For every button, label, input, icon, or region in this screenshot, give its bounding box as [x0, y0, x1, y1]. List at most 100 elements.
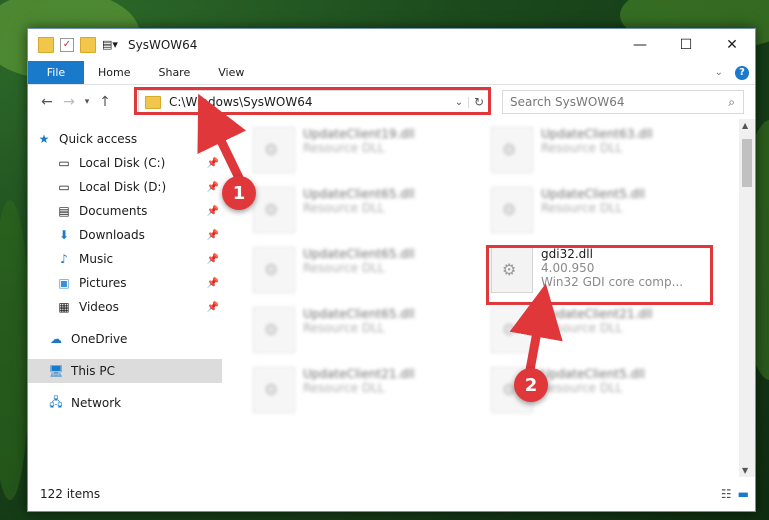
file-description: Resource DLL — [303, 381, 385, 395]
dll-file-icon — [491, 187, 533, 233]
file-name: UpdateClient21.dll — [541, 307, 653, 321]
cloud-icon: ☁ — [50, 332, 62, 346]
drive-icon: ▭ — [58, 180, 70, 194]
quick-access-toolbar: ✓ ▤▾ — [28, 37, 118, 53]
search-input[interactable]: Search SysWOW64 ⌕ — [502, 90, 744, 114]
forward-button[interactable]: → — [58, 94, 80, 110]
properties-icon[interactable]: ✓ — [60, 38, 74, 52]
tab-view[interactable]: View — [204, 61, 258, 84]
dll-file-icon — [253, 367, 295, 413]
file-item[interactable]: UpdateClient5.dllResource DLL — [491, 183, 721, 239]
step-1-callout: 1 — [222, 176, 256, 210]
window-title: SysWOW64 — [128, 38, 198, 52]
file-description: Resource DLL — [303, 201, 385, 215]
explorer-window: ✓ ▤▾ SysWOW64 — ☐ ✕ File Home Share View… — [27, 28, 756, 512]
pin-icon[interactable]: 📌 — [207, 230, 219, 241]
file-item[interactable]: UpdateClient65.dllResource DLL — [253, 303, 483, 359]
file-highlight-box — [486, 245, 713, 305]
sidebar-item-label: Local Disk (C:) — [79, 156, 166, 170]
dll-file-icon — [253, 127, 295, 173]
file-item[interactable]: UpdateClient21.dllResource DLL — [491, 303, 721, 359]
minimize-button[interactable]: — — [617, 29, 663, 61]
search-icon: ⌕ — [728, 94, 735, 109]
file-item[interactable]: UpdateClient65.dllResource DLL — [253, 243, 483, 299]
address-highlight-box — [134, 87, 491, 115]
file-description: Resource DLL — [303, 321, 385, 335]
dll-file-icon — [491, 127, 533, 173]
file-description: Resource DLL — [541, 141, 623, 155]
scroll-down-icon[interactable]: ▼ — [742, 466, 748, 475]
tab-share[interactable]: Share — [144, 61, 204, 84]
sidebar-item-this-pc[interactable]: 🖥 This PC — [28, 359, 222, 383]
sidebar-item-pictures[interactable]: ▣ Pictures 📌 — [56, 271, 222, 295]
tab-file[interactable]: File — [28, 61, 84, 84]
sidebar-item-label: Pictures — [79, 276, 127, 290]
sidebar-item-local-disk-c[interactable]: ▭ Local Disk (C:) 📌 — [56, 151, 222, 175]
close-button[interactable]: ✕ — [709, 29, 755, 61]
dll-file-icon — [253, 187, 295, 233]
item-count: 122 items — [40, 487, 101, 501]
file-description: Resource DLL — [541, 201, 623, 215]
videos-icon: ▦ — [58, 300, 70, 314]
pictures-icon: ▣ — [58, 276, 70, 290]
sidebar-item-local-disk-d[interactable]: ▭ Local Disk (D:) 📌 — [56, 175, 222, 199]
sidebar-item-label: OneDrive — [71, 332, 128, 346]
sidebar-item-music[interactable]: ♪ Music 📌 — [56, 247, 222, 271]
pin-icon[interactable]: 📌 — [207, 254, 219, 265]
sidebar-item-onedrive[interactable]: ☁ OneDrive — [48, 327, 222, 351]
file-name: UpdateClient5.dll — [541, 187, 645, 201]
file-item[interactable]: UpdateClient65.dllResource DLL — [253, 183, 483, 239]
sidebar-item-label: Documents — [79, 204, 148, 218]
file-item[interactable]: UpdateClient21.dllResource DLL — [253, 363, 483, 419]
file-item[interactable]: UpdateClient19.dllResource DLL — [253, 123, 483, 179]
sidebar-item-quick-access[interactable]: ★ Quick access — [36, 127, 230, 151]
computer-icon: 🖥 — [48, 364, 64, 378]
file-name: UpdateClient5.dll — [541, 367, 645, 381]
details-view-icon[interactable]: ☷ — [721, 487, 732, 501]
sidebar-item-label: This PC — [71, 364, 115, 378]
scrollbar-thumb[interactable] — [742, 139, 752, 187]
pin-icon[interactable]: 📌 — [207, 158, 219, 169]
file-name: UpdateClient63.dll — [541, 127, 653, 141]
file-item[interactable]: UpdateClient63.dllResource DLL — [491, 123, 721, 179]
dll-file-icon — [491, 307, 533, 353]
navigation-pane: ★ Quick access ▭ Local Disk (C:) 📌 ▭ Loc… — [28, 119, 222, 477]
vertical-scrollbar[interactable]: ▲ ▼ — [739, 119, 755, 477]
sidebar-item-label: Music — [79, 252, 114, 266]
sidebar-item-documents[interactable]: ▤ Documents 📌 — [56, 199, 222, 223]
maximize-button[interactable]: ☐ — [663, 29, 709, 61]
pin-icon[interactable]: 📌 — [207, 278, 219, 289]
title-bar: ✓ ▤▾ SysWOW64 — ☐ ✕ — [28, 29, 755, 61]
file-name: UpdateClient19.dll — [303, 127, 415, 141]
pin-icon[interactable]: 📌 — [207, 302, 219, 313]
large-icons-view-icon[interactable]: ▬ — [738, 487, 749, 501]
pin-icon[interactable]: 📌 — [207, 206, 219, 217]
scroll-up-icon[interactable]: ▲ — [742, 121, 748, 130]
file-description: Resource DLL — [541, 321, 623, 335]
step-2-callout: 2 — [514, 368, 548, 402]
file-description: Resource DLL — [303, 261, 385, 275]
search-placeholder: Search SysWOW64 — [510, 95, 625, 109]
up-button[interactable]: ↑ — [94, 94, 116, 110]
sidebar-item-videos[interactable]: ▦ Videos 📌 — [56, 295, 222, 319]
sidebar-item-label: Local Disk (D:) — [79, 180, 167, 194]
file-name: UpdateClient65.dll — [303, 187, 415, 201]
dll-file-icon — [253, 307, 295, 353]
sidebar-item-label: Quick access — [59, 132, 138, 146]
customize-toolbar-icon[interactable]: ▤▾ — [102, 38, 118, 52]
expand-ribbon-icon[interactable]: ⌄ — [715, 67, 723, 78]
sidebar-item-network[interactable]: 🖧 Network — [48, 391, 222, 415]
tab-home[interactable]: Home — [84, 61, 144, 84]
file-description: Resource DLL — [303, 141, 385, 155]
help-icon[interactable]: ? — [735, 65, 749, 80]
documents-icon: ▤ — [58, 204, 70, 218]
new-folder-icon[interactable] — [80, 37, 96, 53]
drive-icon: ▭ — [58, 156, 70, 170]
recent-locations-button[interactable]: ▾ — [80, 97, 94, 107]
pin-icon[interactable]: 📌 — [207, 182, 219, 193]
ribbon-tabs: File Home Share View ⌄ ? — [28, 61, 755, 85]
back-button[interactable]: ← — [36, 94, 58, 110]
sidebar-item-downloads[interactable]: ⬇ Downloads 📌 — [56, 223, 222, 247]
sidebar-item-label: Network — [71, 396, 122, 410]
star-icon: ★ — [38, 132, 50, 146]
